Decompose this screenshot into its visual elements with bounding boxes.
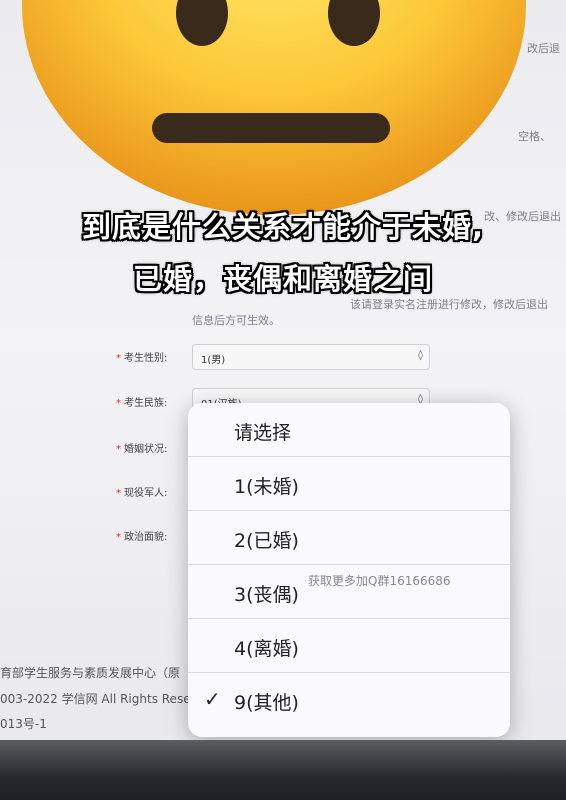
footer-icp-text: 013号-1 [0,717,47,731]
bg-text-right-4: 该请登录实名注册进行修改，修改后退出 [350,298,548,311]
device-bezel [0,740,566,800]
dropdown-option-selected[interactable]: ✓ 9(其他) [188,673,510,727]
marital-status-label: * 婚姻状况: [116,444,168,455]
bg-text-right-1: 改后退 [527,42,560,55]
caption-line-2: 已婚，丧偶和离婚之间 [132,262,433,296]
gender-label: * 考生性别: [116,353,168,364]
gender-select[interactable]: 1(男) ◊ [192,344,430,370]
watermark-text: 获取更多加Q群16166686 [308,574,451,588]
dropdown-option[interactable]: 1(未婚) [188,457,510,511]
military-label: * 现役军人: [116,488,168,499]
checkmark-icon: ✓ [204,687,221,711]
marital-status-dropdown[interactable]: 请选择 1(未婚) 2(已婚) 3(丧偶) 4(离婚) ✓ 9(其他) [188,403,510,737]
neutral-face-emoji-icon [22,0,527,215]
chevron-updown-icon: ◊ [418,350,423,361]
footer-copyright-text: 003-2022 学信网 All Rights Rese [0,692,191,706]
footer-org-text: 育部学生服务与素质发展中心（原 [0,666,181,680]
ethnicity-label: * 考生民族: [116,398,168,409]
dropdown-option[interactable]: 4(离婚) [188,619,510,673]
dropdown-option[interactable]: 请选择 [188,403,510,457]
caption-line-1: 到底是什么关系才能介于未婚, [81,210,485,244]
dropdown-option[interactable]: 2(已婚) [188,511,510,565]
bg-notice-text: 信息后方可生效。 [192,314,280,327]
political-status-label: * 政治面貌: [116,532,168,543]
